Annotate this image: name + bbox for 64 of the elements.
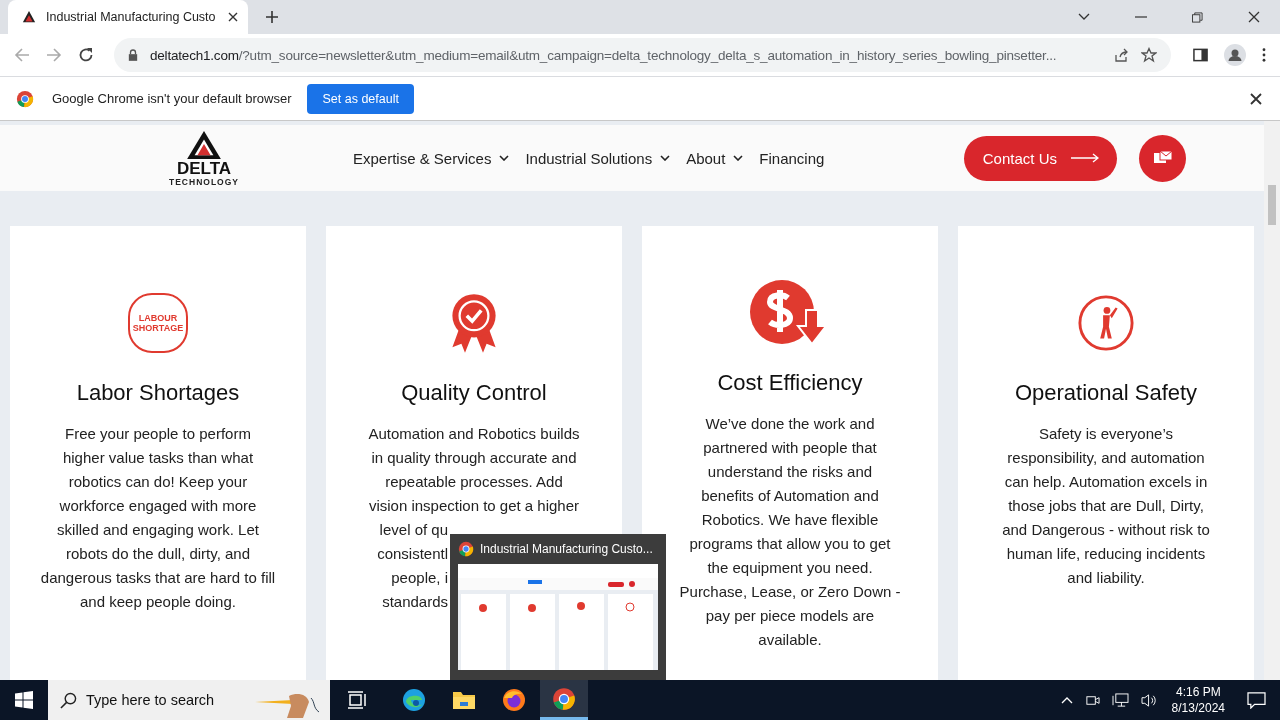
firefox-icon xyxy=(502,688,526,712)
clock-date[interactable]: 8/13/2024 xyxy=(1171,700,1225,716)
arrow-right-icon xyxy=(1071,153,1099,163)
chrome-logo-icon xyxy=(16,89,34,108)
browser-tab[interactable]: Industrial Manufacturing Custo xyxy=(8,0,248,34)
url-text: deltatech1.com/?utm_source=newsletter&utm_medium=email&utm_campaign=delta_technology_delta_s_automation_in_history_series_bowling_pinsetter... xyxy=(150,47,1058,63)
card-title: Operational Safety xyxy=(1014,380,1198,406)
windows-start-icon[interactable] xyxy=(15,691,33,709)
caret-icon[interactable] xyxy=(660,155,671,161)
chrome-logo-icon xyxy=(552,686,576,711)
caret-icon[interactable] xyxy=(499,155,510,161)
reload-icon[interactable] xyxy=(78,47,94,63)
avatar-icon[interactable] xyxy=(1224,44,1246,66)
chevron-up-icon[interactable] xyxy=(1060,696,1073,704)
share-icon[interactable] xyxy=(1113,47,1129,63)
card-title: Cost Efficiency xyxy=(717,370,863,396)
preview-title: Industrial Manufacturing Custo... xyxy=(480,542,653,556)
logo-tagline: TECHNOLOGY xyxy=(169,176,239,187)
card-title: Quality Control xyxy=(401,380,547,406)
clock-time[interactable]: 4:16 PM xyxy=(1175,684,1221,700)
taskbar-preview[interactable]: Industrial Manufacturing Custo... xyxy=(450,534,666,680)
triangle-logo-icon xyxy=(22,10,36,24)
restore-icon[interactable] xyxy=(1192,11,1203,23)
nav-link[interactable]: Expertise & Services xyxy=(353,149,492,167)
scrollbar-thumb[interactable] xyxy=(1268,185,1276,225)
folder-icon xyxy=(452,690,476,710)
menu-icon[interactable] xyxy=(1262,48,1266,62)
close-icon[interactable] xyxy=(1250,92,1262,105)
task-view-icon[interactable] xyxy=(348,691,368,709)
edge-browser-icon xyxy=(402,688,426,712)
notification-icon[interactable] xyxy=(1247,691,1266,709)
delta-logo-icon[interactable] xyxy=(185,129,223,160)
infobar-message: Google Chrome isn't your default browser xyxy=(52,91,292,106)
taskbar-search-field[interactable]: Type here to search xyxy=(48,680,330,720)
envelope-icon xyxy=(1152,150,1173,166)
card-description: Free your people to perform higher value tasks than what robotics can do! Keep your workforce engaged with more skilled and engaging work. Let robots do the dull, dirty, and dangerous tasks that are hard to fill and keep people doing. xyxy=(40,424,276,612)
set-as-default-button[interactable]: Set as default xyxy=(307,83,414,114)
speaker-icon[interactable] xyxy=(1140,692,1158,708)
chevron-down-icon[interactable] xyxy=(1078,13,1090,21)
close-icon[interactable] xyxy=(1248,11,1260,23)
side-panel-icon[interactable] xyxy=(1193,48,1208,62)
nav-link[interactable]: Industrial Solutions xyxy=(525,149,653,167)
caret-icon[interactable] xyxy=(733,155,744,161)
card-description: We’ve done the work and partnered with people that understand the risks and benefits of Automation and Robotics. We have flexible programs that allow you to get the equipment you need. Purchase, Lease, or Zero Down - pay per piece models are available. xyxy=(679,414,901,650)
safety-person-icon xyxy=(1077,294,1135,352)
star-icon[interactable] xyxy=(1141,47,1157,63)
search-icon xyxy=(60,692,77,709)
lock-icon xyxy=(128,49,138,61)
labour-shortage-badge: LABOUR SHORTAGE xyxy=(128,293,188,353)
plus-icon[interactable] xyxy=(265,10,279,24)
logo-name[interactable]: DELTA xyxy=(176,159,232,177)
close-icon[interactable] xyxy=(228,12,238,22)
taskbar-app[interactable] xyxy=(540,680,588,720)
contact-us-button[interactable]: Contact Us xyxy=(964,135,1118,181)
scrollbar[interactable] xyxy=(1264,121,1280,680)
card-description: level of qu consistentl people, i standards xyxy=(376,520,448,612)
nav-link[interactable]: About xyxy=(686,149,726,167)
nav-link[interactable]: Financing xyxy=(759,149,825,167)
address-bar[interactable]: deltatech1.com/?utm_source=newsletter&utm_medium=email&utm_campaign=delta_technology_delta_s_automation_in_history_series_bowling_pinsetter... xyxy=(114,38,1171,72)
network-icon[interactable] xyxy=(1111,692,1129,708)
tab-title: Industrial Manufacturing Custo xyxy=(46,10,217,24)
chrome-logo-icon xyxy=(458,541,474,557)
card-description: Safety is everyone’s responsibility, and automation can help. Automation excels in those jobs that are Dull, Dirty, and Dangerous - without risk to human life, reducing incidents and liability. xyxy=(1002,424,1210,588)
card-title: Labor Shortages xyxy=(76,380,240,406)
